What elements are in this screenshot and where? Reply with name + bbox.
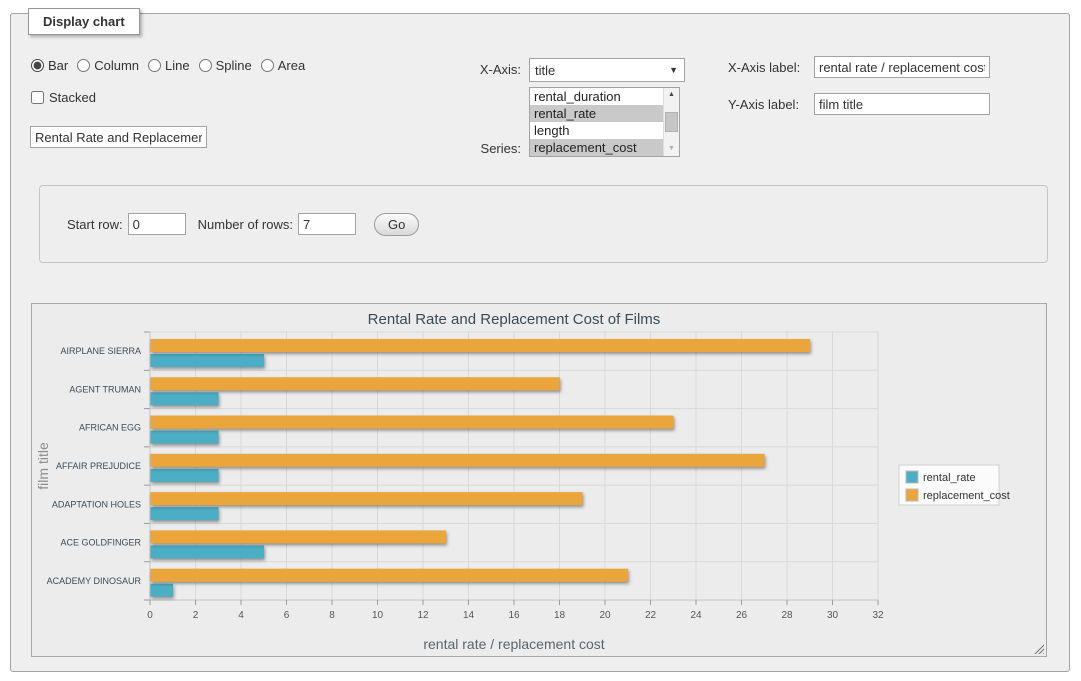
x-axis-select-label: X-Axis: xyxy=(463,62,521,77)
category-label: AGENT TRUMAN xyxy=(69,384,141,394)
scroll-down-icon[interactable]: ▼ xyxy=(664,142,679,156)
y-axis-title: film title xyxy=(35,442,51,490)
radio-area[interactable]: Area xyxy=(261,58,305,73)
category-label: ACE GOLDFINGER xyxy=(60,538,141,548)
x-axis-label-input[interactable] xyxy=(814,56,990,78)
num-rows-input[interactable] xyxy=(298,213,356,235)
chart-container: 02468101214161820222426283032AIRPLANE SI… xyxy=(31,303,1047,657)
start-row-label: Start row: xyxy=(67,217,123,232)
stacked-label: Stacked xyxy=(49,90,96,105)
series-option-rental-duration[interactable]: rental_duration xyxy=(530,88,663,105)
series-listbox-label: Series: xyxy=(463,141,521,156)
chart-title-input[interactable] xyxy=(30,126,207,148)
series-option-replacement-cost[interactable]: replacement_cost xyxy=(530,139,663,156)
legend-label-rental_rate[interactable]: rental_rate xyxy=(923,472,976,484)
bar-replacement_cost xyxy=(151,530,447,543)
x-tick-label: 18 xyxy=(554,610,566,621)
stacked-checkbox-row[interactable]: Stacked xyxy=(31,90,96,105)
stacked-checkbox[interactable] xyxy=(31,91,44,104)
chart-type-radio-group: Bar Column Line Spline Area xyxy=(31,58,314,73)
radio-spline-input[interactable] xyxy=(199,59,212,72)
series-option-length[interactable]: length xyxy=(530,122,663,139)
radio-bar[interactable]: Bar xyxy=(31,58,68,73)
series-options: rental_duration rental_rate length repla… xyxy=(530,88,663,156)
x-axis-selected-value: title xyxy=(535,63,555,78)
radio-spline[interactable]: Spline xyxy=(199,58,252,73)
radio-line-input[interactable] xyxy=(148,59,161,72)
bar-rental_rate xyxy=(151,392,219,405)
legend-swatch-replacement_cost[interactable] xyxy=(906,489,918,501)
bar-replacement_cost xyxy=(151,377,560,390)
y-axis-label-row: Y-Axis label: xyxy=(728,93,990,115)
bar-replacement_cost xyxy=(151,339,811,352)
rows-form-panel: Start row: Number of rows: Go xyxy=(39,185,1048,263)
category-label: AIRPLANE SIERRA xyxy=(60,346,141,356)
legend-label-replacement_cost[interactable]: replacement_cost xyxy=(923,490,1010,502)
series-option-rental-rate[interactable]: rental_rate xyxy=(530,105,663,122)
x-tick-label: 20 xyxy=(599,610,611,621)
start-row-input[interactable] xyxy=(128,213,186,235)
bar-rental_rate xyxy=(151,354,265,367)
display-chart-fieldset: Display chart Bar Column Line Spline Are… xyxy=(10,13,1070,672)
x-axis-label-row: X-Axis label: xyxy=(728,56,990,78)
scrollbar-track[interactable] xyxy=(664,102,679,142)
x-axis-label-caption: X-Axis label: xyxy=(728,60,808,75)
category-label: ADAPTATION HOLES xyxy=(52,499,141,509)
bar-rental_rate xyxy=(151,545,265,558)
series-listbox[interactable]: rental_duration rental_rate length repla… xyxy=(529,87,680,157)
x-axis-title: rental rate / replacement cost xyxy=(423,636,604,652)
fieldset-legend: Display chart xyxy=(28,8,140,35)
x-axis-select[interactable]: title ▼ xyxy=(529,58,685,82)
category-label: AFRICAN EGG xyxy=(79,423,141,433)
radio-column-label: Column xyxy=(94,58,139,73)
radio-bar-input[interactable] xyxy=(31,59,44,72)
bar-replacement_cost xyxy=(151,569,629,582)
radio-area-input[interactable] xyxy=(261,59,274,72)
x-tick-label: 14 xyxy=(463,610,475,621)
x-tick-label: 12 xyxy=(417,610,429,621)
scroll-up-icon[interactable]: ▲ xyxy=(664,88,679,102)
x-tick-label: 26 xyxy=(736,610,748,621)
legend-swatch-rental_rate[interactable] xyxy=(906,471,918,483)
bar-rental_rate xyxy=(151,431,219,444)
bar-chart: 02468101214161820222426283032AIRPLANE SI… xyxy=(32,304,1046,656)
x-tick-label: 10 xyxy=(372,610,384,621)
radio-line-label: Line xyxy=(165,58,190,73)
series-scrollbar[interactable]: ▲ ▼ xyxy=(663,88,679,156)
bar-rental_rate xyxy=(151,469,219,482)
radio-bar-label: Bar xyxy=(48,58,68,73)
chart-title: Rental Rate and Replacement Cost of Film… xyxy=(368,311,661,328)
radio-column-input[interactable] xyxy=(77,59,90,72)
x-tick-label: 32 xyxy=(872,610,884,621)
y-axis-label-input[interactable] xyxy=(814,93,990,115)
category-label: AFFAIR PREJUDICE xyxy=(56,461,141,471)
radio-spline-label: Spline xyxy=(216,58,252,73)
bar-replacement_cost xyxy=(151,416,674,429)
x-tick-label: 4 xyxy=(238,610,244,621)
x-tick-label: 22 xyxy=(645,610,657,621)
x-tick-label: 8 xyxy=(329,610,335,621)
x-tick-label: 6 xyxy=(284,610,290,621)
x-tick-label: 28 xyxy=(781,610,793,621)
chevron-down-icon: ▼ xyxy=(669,65,678,75)
bar-replacement_cost xyxy=(151,492,583,505)
bar-replacement_cost xyxy=(151,454,765,467)
radio-line[interactable]: Line xyxy=(148,58,190,73)
go-button[interactable]: Go xyxy=(374,213,419,236)
num-rows-label: Number of rows: xyxy=(198,217,293,232)
bar-rental_rate xyxy=(151,584,174,597)
radio-area-label: Area xyxy=(278,58,305,73)
radio-column[interactable]: Column xyxy=(77,58,139,73)
x-tick-label: 2 xyxy=(193,610,199,621)
y-axis-label-caption: Y-Axis label: xyxy=(728,97,808,112)
bar-rental_rate xyxy=(151,507,219,520)
x-tick-label: 30 xyxy=(827,610,839,621)
x-tick-label: 16 xyxy=(508,610,520,621)
x-tick-label: 0 xyxy=(147,610,153,621)
x-tick-label: 24 xyxy=(690,610,702,621)
scrollbar-thumb[interactable] xyxy=(665,112,678,132)
category-label: ACADEMY DINOSAUR xyxy=(47,576,142,586)
